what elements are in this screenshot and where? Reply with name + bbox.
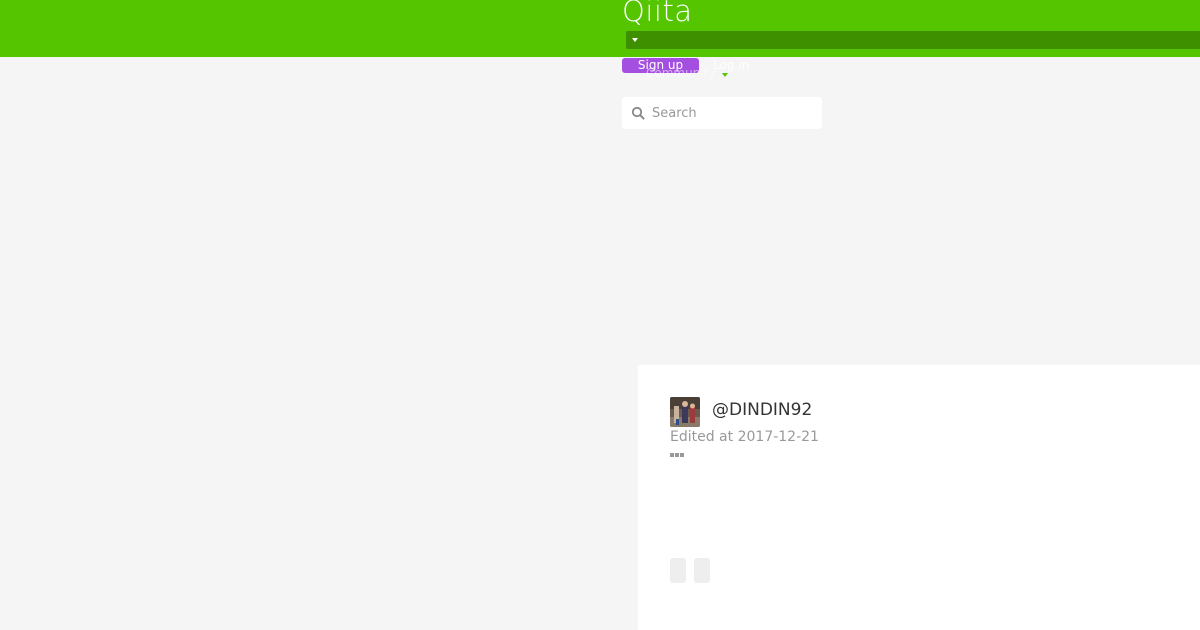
like-button[interactable]: [670, 558, 686, 583]
more-icon[interactable]: [670, 453, 686, 458]
login-link[interactable]: Log in: [713, 58, 749, 73]
search-box[interactable]: [622, 97, 822, 129]
author-username[interactable]: @DINDIN92: [712, 399, 812, 421]
edited-prefix: Edited at: [670, 429, 734, 445]
caret-down-icon: [632, 38, 638, 42]
article-card: @DINDIN92 Edited at 2017-12-21: [638, 365, 1200, 630]
search-input[interactable]: [652, 97, 817, 129]
community-caret-icon: [722, 73, 728, 77]
community-dropdown[interactable]: [626, 31, 1200, 49]
global-header: Qiita: [0, 0, 1200, 57]
stock-button[interactable]: [694, 558, 710, 583]
avatar[interactable]: [670, 397, 700, 427]
edited-date: 2017-12-21: [737, 429, 819, 445]
search-icon: [631, 106, 645, 120]
community-label[interactable]: Community: [646, 66, 715, 81]
avatar-image: [670, 397, 700, 427]
qiita-logo[interactable]: Qiita: [622, 0, 693, 28]
edited-info: Edited at 2017-12-21: [670, 428, 819, 446]
